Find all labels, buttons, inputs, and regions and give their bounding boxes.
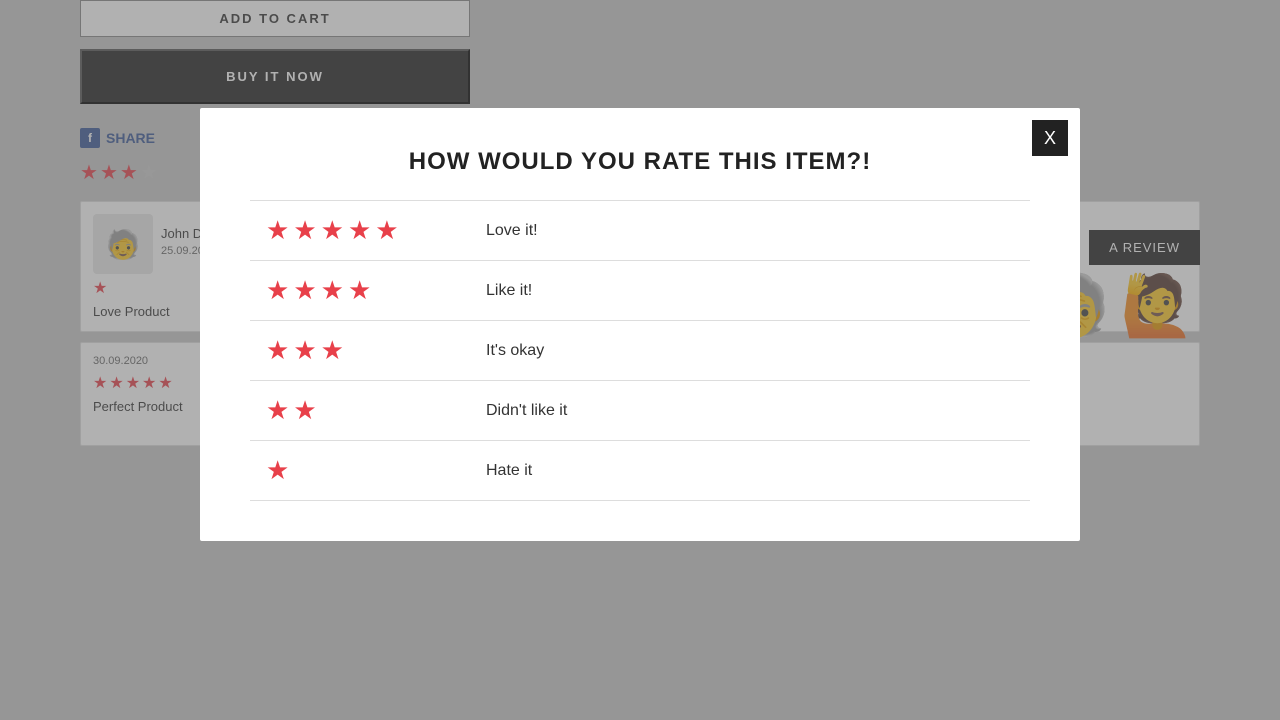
rating-option-3stars[interactable]: ★ ★ ★ It's okay — [250, 321, 1030, 381]
three-stars: ★ ★ ★ — [266, 335, 466, 366]
one-star: ★ — [266, 455, 466, 486]
rating-option-4stars[interactable]: ★ ★ ★ ★ Like it! — [250, 261, 1030, 321]
rating-label-2: Didn't like it — [486, 402, 567, 420]
modal-overlay: X HOW WOULD YOU RATE THIS ITEM?! ★ ★ ★ ★… — [0, 0, 1280, 720]
rating-label-3: It's okay — [486, 342, 544, 360]
modal-close-button[interactable]: X — [1032, 120, 1068, 156]
rating-option-5stars[interactable]: ★ ★ ★ ★ ★ Love it! — [250, 200, 1030, 261]
rating-modal: X HOW WOULD YOU RATE THIS ITEM?! ★ ★ ★ ★… — [200, 108, 1080, 541]
two-stars: ★ ★ — [266, 395, 466, 426]
rating-label-1: Hate it — [486, 462, 532, 480]
modal-title: HOW WOULD YOU RATE THIS ITEM?! — [250, 148, 1030, 176]
rating-option-1star[interactable]: ★ Hate it — [250, 441, 1030, 501]
rating-label-4: Like it! — [486, 282, 532, 300]
five-stars: ★ ★ ★ ★ ★ — [266, 215, 466, 246]
four-stars: ★ ★ ★ ★ — [266, 275, 466, 306]
rating-option-2stars[interactable]: ★ ★ Didn't like it — [250, 381, 1030, 441]
rating-options-container: ★ ★ ★ ★ ★ Love it! ★ ★ ★ ★ Like it! — [250, 200, 1030, 501]
rating-label-5: Love it! — [486, 222, 538, 240]
